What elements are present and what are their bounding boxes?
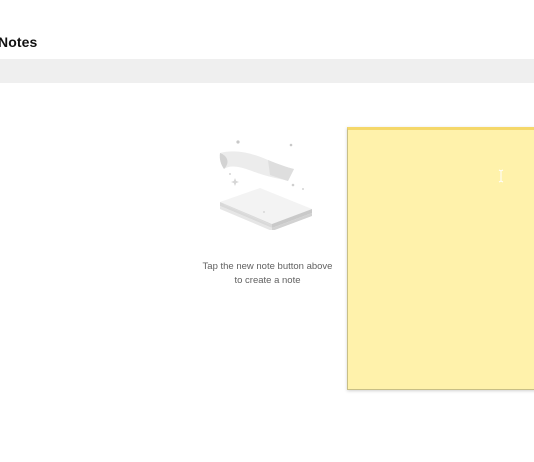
empty-state: Tap the new note button above to create … [190, 130, 345, 295]
empty-state-message-line-2: to create a note [234, 275, 301, 286]
text-cursor-icon [498, 169, 504, 183]
empty-notes-illustration-icon [219, 140, 312, 230]
app-title: Notes [0, 34, 38, 50]
sticky-note[interactable] [347, 127, 534, 390]
empty-state-message-line-1: Tap the new note button above [202, 261, 333, 272]
search-bar[interactable] [0, 59, 534, 83]
empty-state-message: Tap the new note button above to create … [190, 260, 345, 288]
